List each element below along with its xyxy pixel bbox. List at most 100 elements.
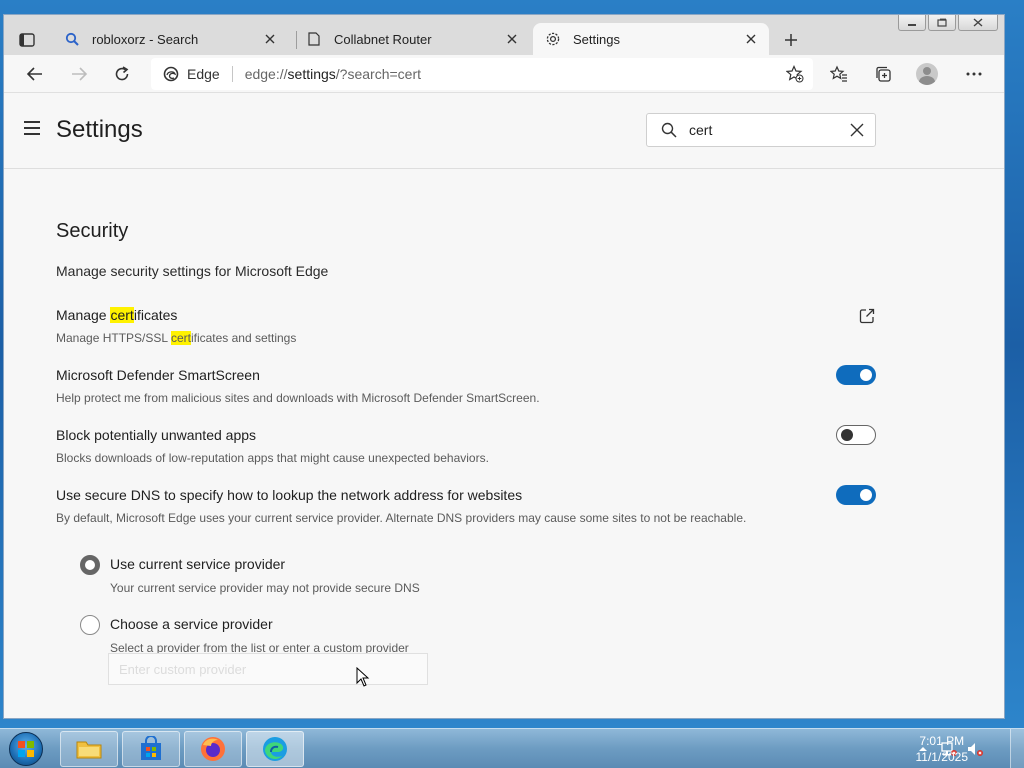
radio-button-selected[interactable]	[80, 555, 100, 575]
favorites-icon	[830, 65, 847, 82]
close-icon[interactable]	[504, 31, 520, 47]
minimize-icon	[908, 23, 916, 26]
star-add-icon	[786, 65, 804, 83]
add-favorite-button[interactable]	[785, 64, 805, 84]
search-icon	[661, 122, 677, 138]
clear-search-button[interactable]	[849, 122, 865, 138]
more-options-button[interactable]	[959, 60, 989, 88]
setting-description: Manage HTTPS/SSL certificates and settin…	[56, 331, 297, 345]
address-bar[interactable]: Edge edge://settings/?search=cert	[151, 58, 813, 90]
restore-icon	[937, 18, 947, 27]
close-icon	[973, 18, 983, 27]
taskbar-store[interactable]	[122, 731, 180, 767]
settings-search[interactable]	[646, 113, 876, 147]
firefox-icon	[201, 737, 225, 761]
search-input[interactable]	[689, 122, 839, 138]
tab-actions-icon	[19, 33, 35, 47]
setting-description: By default, Microsoft Edge uses your cur…	[56, 511, 747, 525]
search-highlight: cert	[110, 307, 134, 323]
taskbar: 7:01 PM 11/1/2025	[0, 728, 1024, 768]
collections-icon	[876, 66, 891, 82]
forward-button[interactable]	[64, 60, 94, 88]
show-desktop-button[interactable]	[1010, 729, 1024, 768]
settings-page: Settings Security Manage security settin…	[4, 93, 1004, 718]
restore-button[interactable]	[928, 15, 956, 31]
smartscreen-toggle[interactable]	[836, 365, 876, 385]
radio-description: Your current service provider may not pr…	[110, 581, 420, 595]
url-main: settings	[287, 66, 336, 82]
tab-label: robloxorz - Search	[92, 31, 199, 47]
setting-title: Manage certificates	[56, 307, 178, 323]
secure-dns-toggle[interactable]	[836, 485, 876, 505]
start-button[interactable]	[6, 730, 46, 768]
refresh-icon	[115, 66, 129, 81]
file-explorer-icon	[76, 741, 102, 759]
tab-settings[interactable]: Settings	[533, 23, 769, 55]
tab-label: Collabnet Router	[334, 31, 432, 47]
url-suffix: /?search=cert	[335, 66, 421, 82]
browser-toolbar: Edge edge://settings/?search=cert	[4, 55, 1004, 93]
tab-label: Settings	[573, 31, 620, 47]
setting-title: Use secure DNS to specify how to lookup …	[56, 487, 523, 503]
manage-certificates-row[interactable]: Manage certificates Manage HTTPS/SSL cer…	[56, 307, 876, 345]
browser-window: robloxorz - Search Collabnet Router Sett…	[3, 14, 1005, 719]
search-icon	[64, 31, 80, 47]
setting-title: Block potentially unwanted apps	[56, 427, 257, 443]
edge-icon	[163, 66, 179, 82]
store-icon	[141, 736, 161, 760]
clock-time: 7:01 PM	[919, 734, 965, 748]
dns-option-current-provider[interactable]: Use current service provider Your curren…	[80, 555, 480, 599]
mouse-cursor-icon	[356, 667, 370, 687]
new-tab-button[interactable]	[778, 27, 804, 53]
radio-label: Use current service provider	[110, 556, 286, 572]
taskbar-edge[interactable]	[246, 731, 304, 767]
smartscreen-row: Microsoft Defender SmartScreen Help prot…	[56, 365, 876, 405]
collections-button[interactable]	[868, 60, 898, 88]
windows-logo-icon	[9, 732, 43, 766]
section-title: Security	[56, 220, 129, 242]
back-button[interactable]	[20, 60, 50, 88]
page-title: Settings	[56, 116, 143, 143]
arrow-right-icon	[72, 67, 88, 81]
edge-icon	[263, 737, 287, 761]
tab-robloxorz-search[interactable]: robloxorz - Search	[52, 23, 288, 55]
favorites-button[interactable]	[824, 60, 854, 88]
settings-header: Settings	[4, 93, 1004, 169]
search-highlight: cert	[170, 331, 191, 345]
tab-strip: robloxorz - Search Collabnet Router Sett…	[4, 15, 1004, 55]
gear-icon	[545, 31, 561, 47]
page-icon	[306, 31, 322, 47]
url-prefix: edge://	[244, 66, 288, 82]
menu-button[interactable]	[24, 121, 44, 137]
address-divider	[231, 66, 233, 82]
hamburger-icon	[24, 121, 40, 123]
plus-icon	[785, 34, 797, 46]
radio-label: Choose a service provider	[110, 616, 273, 632]
secure-dns-row: Use secure DNS to specify how to lookup …	[56, 485, 876, 525]
setting-description: Help protect me from malicious sites and…	[56, 391, 540, 405]
refresh-button[interactable]	[107, 60, 137, 88]
close-icon[interactable]	[743, 31, 759, 47]
taskbar-file-explorer[interactable]	[60, 731, 118, 767]
ellipsis-icon	[966, 72, 982, 76]
site-identity: Edge	[187, 66, 220, 82]
taskbar-firefox[interactable]	[184, 731, 242, 767]
close-icon[interactable]	[262, 31, 278, 47]
clock[interactable]: 7:01 PM 11/1/2025	[916, 733, 969, 765]
close-icon	[850, 123, 864, 137]
block-pua-toggle[interactable]	[836, 425, 876, 445]
setting-title: Microsoft Defender SmartScreen	[56, 367, 260, 383]
custom-provider-input[interactable]	[108, 653, 428, 685]
tab-actions-button[interactable]	[10, 27, 44, 53]
clock-date: 11/1/2025	[915, 750, 969, 764]
close-window-button[interactable]	[958, 15, 998, 31]
block-pua-row: Block potentially unwanted apps Blocks d…	[56, 425, 876, 465]
window-controls	[898, 15, 998, 31]
radio-button[interactable]	[80, 615, 100, 635]
volume-muted-icon[interactable]	[966, 741, 984, 757]
tab-collabnet-router[interactable]: Collabnet Router	[294, 23, 530, 55]
profile-avatar[interactable]	[916, 63, 938, 85]
minimize-button[interactable]	[898, 15, 926, 31]
arrow-left-icon	[26, 67, 42, 81]
external-link-icon[interactable]	[858, 307, 876, 325]
